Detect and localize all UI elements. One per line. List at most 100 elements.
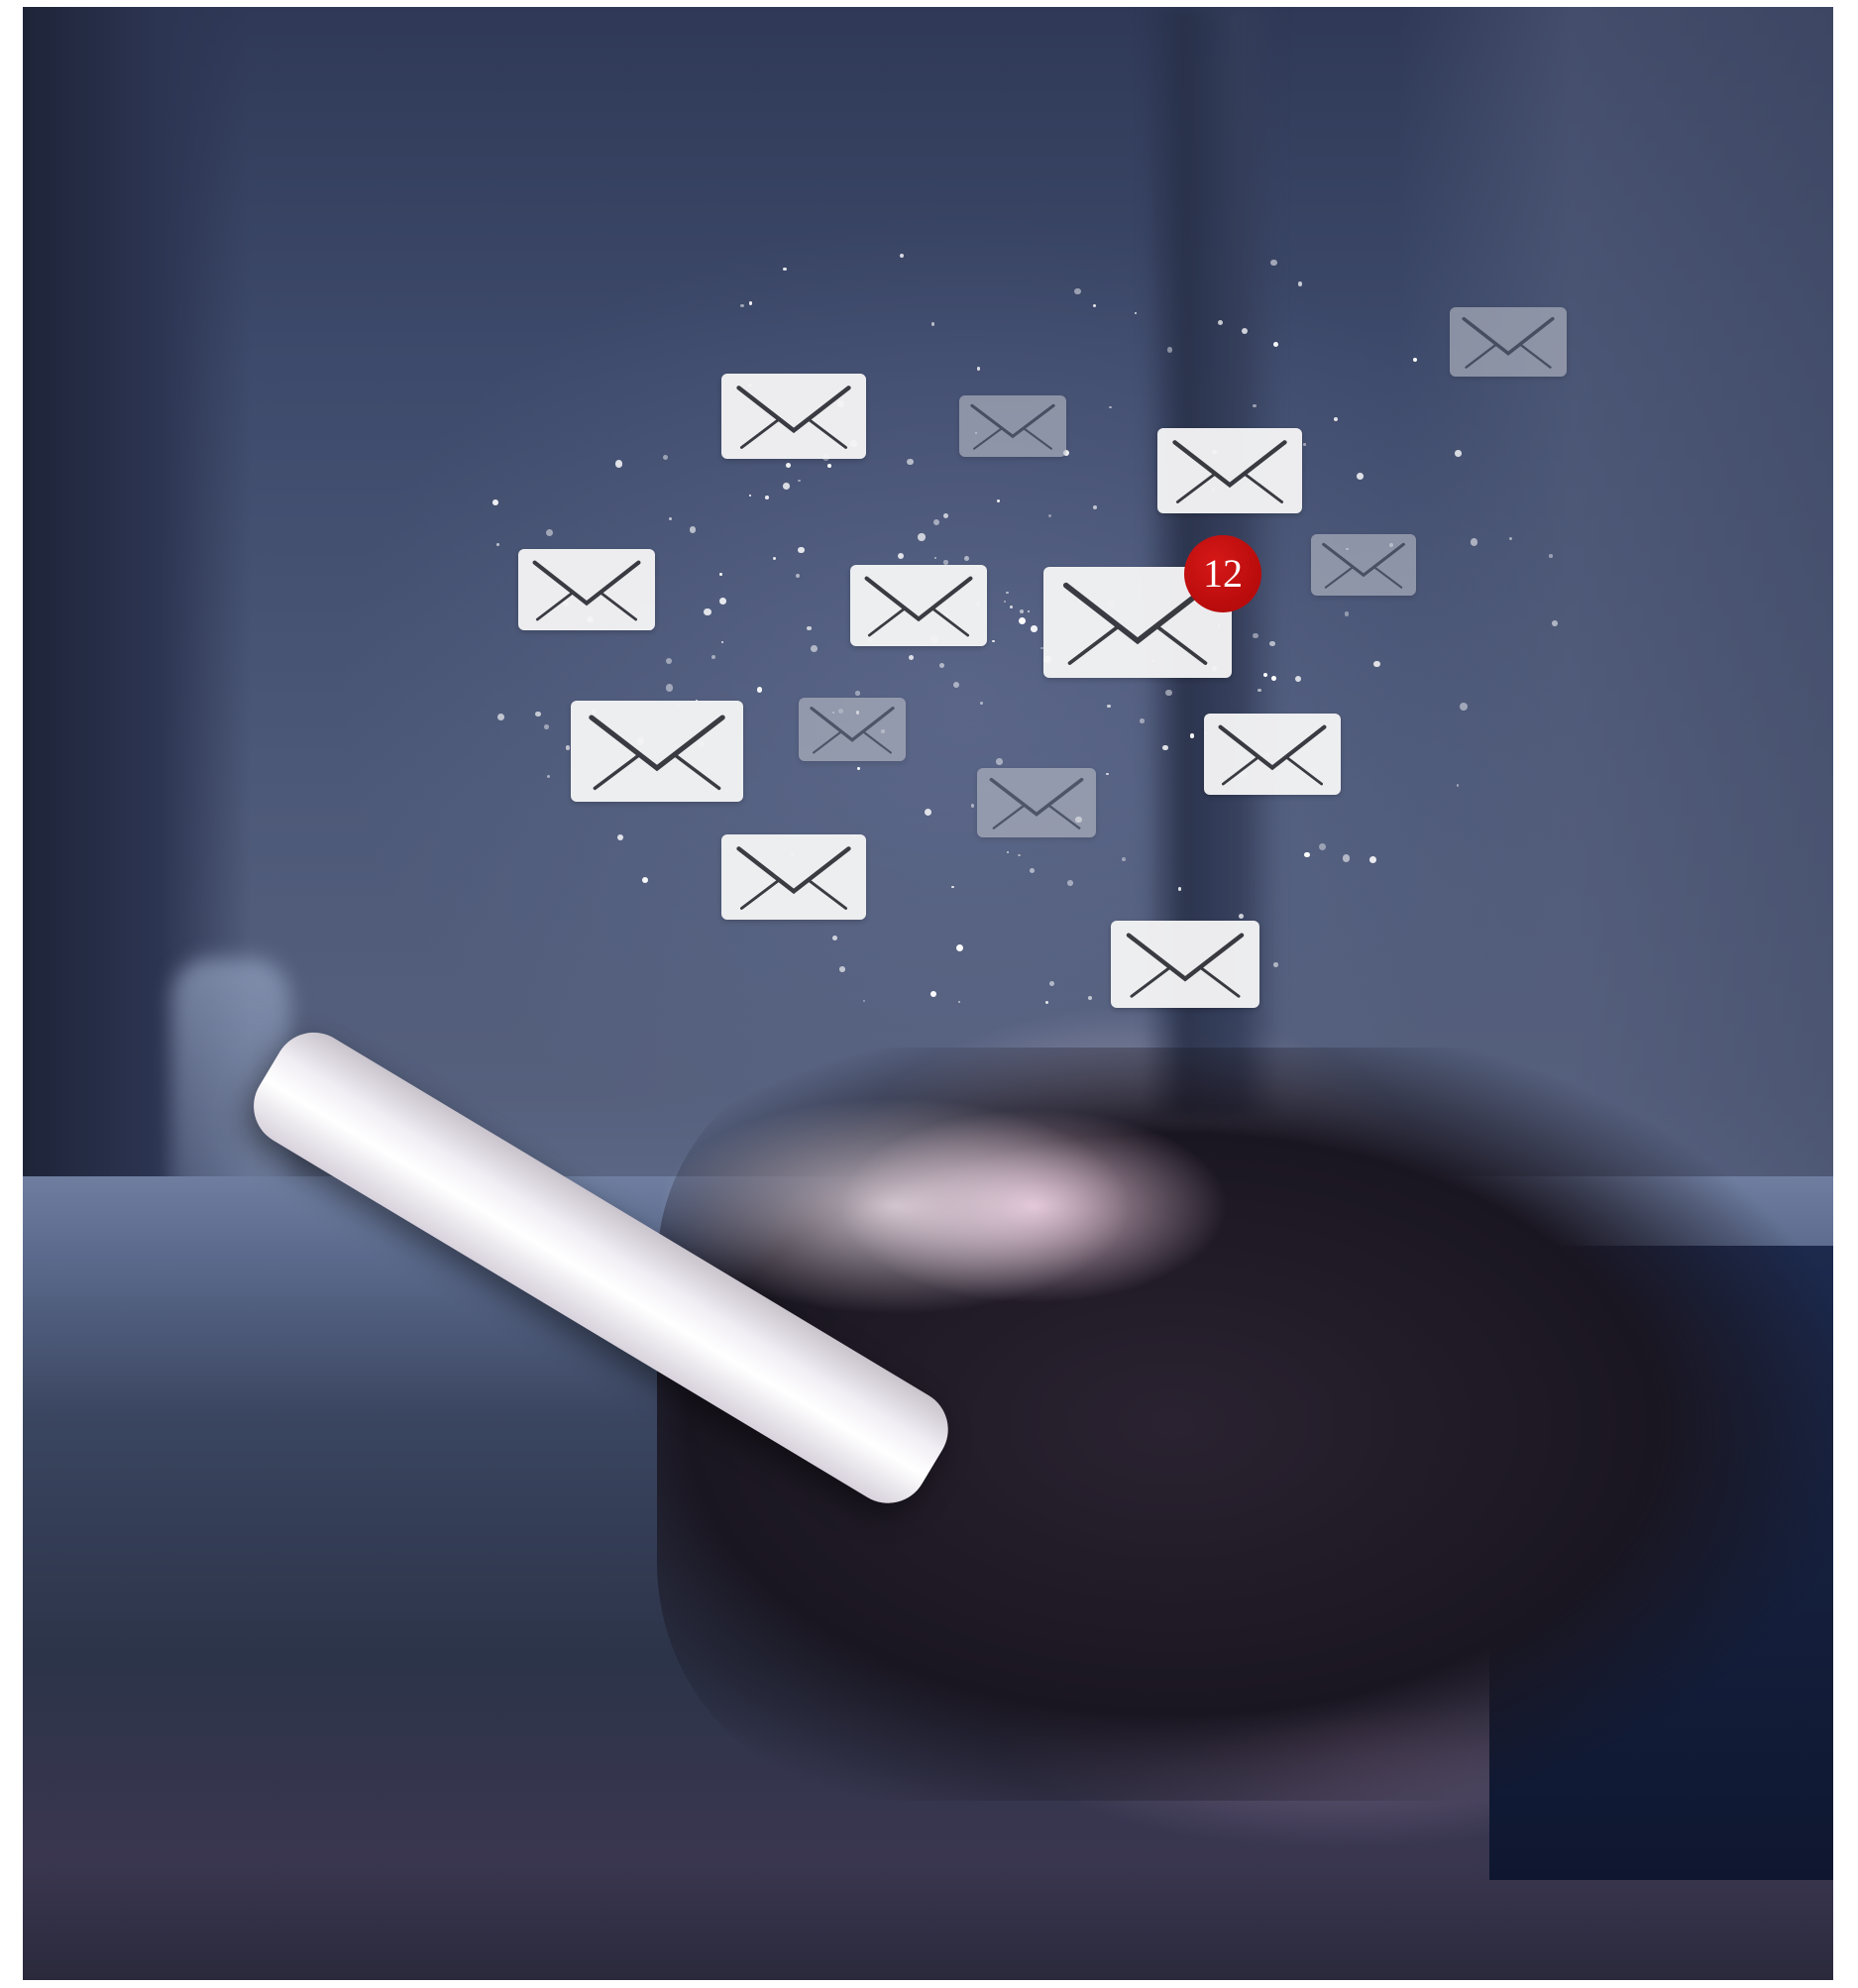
sparkle [668,516,672,520]
sparkle [614,460,623,468]
sparkle [796,573,801,578]
sparkle [933,556,937,560]
sparkle [544,723,549,729]
sparkle [1257,688,1261,692]
sparkle [1106,773,1109,776]
sparkle [689,526,697,533]
mail-envelope-icon [1450,307,1567,377]
sparkle [1049,981,1054,987]
mail-envelope-icon [1311,534,1416,596]
sparkle [900,254,905,259]
mail-envelope-icon [977,768,1096,837]
sparkle [855,691,860,696]
sparkle [1319,843,1327,851]
sparkle [1018,617,1026,625]
sparkle [1303,443,1306,446]
sparkle [1109,405,1112,409]
sparkle [924,808,932,817]
sparkle [497,713,505,721]
sparkle [831,936,837,941]
sparkle [1006,850,1010,854]
sparkle [838,966,845,972]
sparkle [798,479,801,483]
mail-envelope-icon [799,698,906,761]
sparkle [1074,287,1081,294]
mail-envelope-icon [959,395,1066,457]
sparkle [1134,311,1138,315]
sparkle [665,684,674,692]
sparkle [1030,867,1036,873]
sparkle [663,455,669,461]
sparkle [756,687,763,693]
mail-envelope-icon [721,834,866,920]
sparkle [1271,675,1277,681]
sparkle [811,644,818,652]
sparkle [1368,856,1376,864]
sparkle [951,885,955,889]
sparkle [1373,661,1380,668]
sparkle [992,639,995,643]
sparkle [1044,1000,1049,1004]
sparkle [1470,538,1478,546]
sparkle [1092,505,1097,510]
sparkle [496,543,499,546]
sparkle [957,1001,960,1004]
sparkle [1549,554,1553,558]
sparkle [997,499,1001,503]
sparkle [976,367,981,371]
sparkle [942,513,948,519]
sparkle [1003,600,1006,603]
sparkle [1093,303,1097,308]
sparkle [492,498,498,505]
sparkle [953,682,960,689]
sparkle [970,804,975,808]
sparkle [918,533,926,541]
phone-screen-glow [657,1097,1133,1315]
notification-badge: 12 [1184,535,1261,612]
sparkle [1342,854,1351,862]
sparkle [1455,450,1462,457]
sparkle [1270,259,1277,267]
sparkle [1005,591,1009,595]
sparkle [535,711,541,718]
sparkle [1031,625,1038,632]
sparkle [1189,733,1195,738]
sparkle [546,529,554,537]
sparkle [1047,513,1051,517]
sparkle [1344,611,1350,616]
sparkle [908,654,915,661]
sparkle [1020,609,1025,614]
mail-envelope-icon [1111,921,1259,1008]
sparkle [748,301,753,305]
sparkle [783,483,790,490]
sparkle [826,464,831,468]
sparkle [862,999,866,1002]
sparkle [930,322,935,326]
sparkle [933,519,940,526]
sparkle [1357,472,1364,480]
sparkle [719,598,726,606]
mail-envelope-icon [721,374,866,459]
sparkle [666,658,673,665]
sparkle [1067,879,1073,886]
sparkle [1298,281,1303,286]
mail-envelope-icon [518,549,655,630]
sparkle [1018,854,1021,857]
sparkle [1412,357,1418,362]
sparkle [798,546,806,554]
sparkle [930,990,936,997]
sparkle [765,496,770,500]
mail-envelope-icon [571,701,743,802]
sparkle [1166,347,1172,353]
sparkle [783,267,787,271]
sparkle [1009,606,1013,609]
sparkle [720,641,723,644]
sparkle [719,572,722,576]
sparkle [565,745,571,750]
sparkle [996,758,1003,765]
sparkle [963,555,969,561]
sparkle [1294,675,1301,682]
sparkle [772,557,776,561]
sparkle [1088,996,1093,1001]
sparkle [939,662,945,668]
